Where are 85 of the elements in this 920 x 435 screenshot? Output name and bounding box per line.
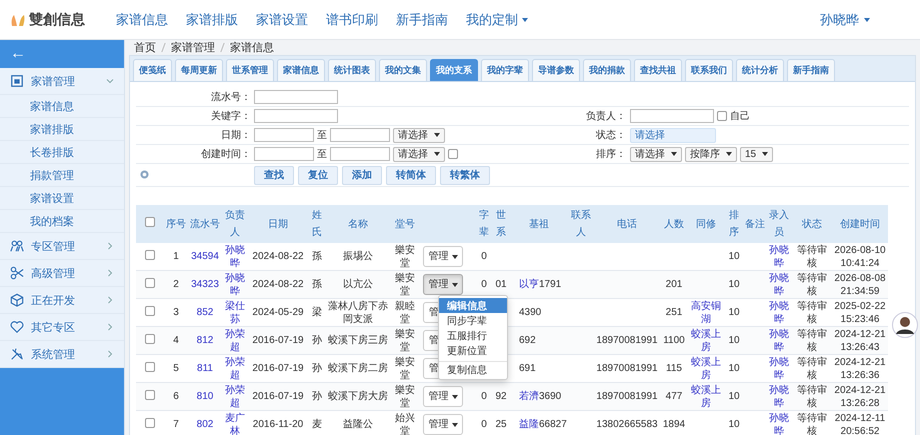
table-cell: 2024-12-11 20:56:52 [832, 410, 888, 435]
range-label: 至 [317, 129, 327, 142]
table-cell: 1100 [660, 326, 688, 354]
table-cell: 4 [164, 326, 188, 354]
table-cell: 蛟溪下房大房 [326, 382, 390, 410]
table-cell: 10 [724, 270, 744, 298]
column-header: 流水号 [188, 205, 222, 243]
field-label: 负责人： [585, 110, 627, 123]
field-label: 创建时间： [200, 148, 252, 161]
table-cell: 18970081991 [594, 382, 660, 410]
column-header: 字辈 [476, 205, 492, 243]
table-cell: 若濟3690 [519, 391, 562, 402]
table-cell: 2024-12-21 13:26:28 [832, 382, 888, 410]
field-label: 状态： [595, 128, 627, 142]
table-cell: 2016-07-19 [248, 382, 308, 410]
table-cell: 2024-12-21 13:26:43 [832, 326, 888, 354]
table-cell: 等待审核 [792, 326, 832, 354]
column-header: 状态 [792, 205, 832, 243]
column-header: 联系人 [568, 205, 594, 243]
column-header: 世系 [492, 205, 510, 243]
field-label: 关键字： [210, 110, 252, 123]
table-cell: 樂安堂 [390, 382, 420, 410]
table-cell: 始兴堂 [390, 410, 420, 435]
table-cell: 0 [476, 410, 492, 435]
checkbox-label: 自己 [730, 110, 750, 123]
table-cell: 25 [492, 410, 510, 435]
table-cell: 7 [164, 410, 188, 435]
table-cell: 以亨1791 [519, 279, 562, 290]
table-cell: 92 [492, 382, 510, 410]
table-cell: 益隆公 [326, 410, 390, 435]
table-cell: 益隆66827 [519, 419, 567, 430]
column-header: 人数 [660, 205, 688, 243]
column-header: 堂号 [390, 205, 420, 243]
table-cell: 孫 [308, 270, 326, 298]
column-header: 姓氏 [308, 205, 326, 243]
table-cell: 10 [724, 326, 744, 354]
range-label: 至 [317, 148, 327, 161]
table-cell: 2016-11-20 [248, 410, 308, 435]
table-cell: 以亢公 [326, 270, 390, 298]
column-header: 序号 [164, 205, 188, 243]
table-cell: 18970081991 [594, 326, 660, 354]
column-header: 基祖 [510, 205, 568, 243]
group-label: 高级管理 [31, 266, 76, 280]
table-cell: 201 [660, 270, 688, 298]
table-cell: 10 [724, 410, 744, 435]
table-cell: 692 [519, 335, 536, 346]
table-cell: 樂安堂 [390, 270, 420, 298]
field-label: 排序： [595, 148, 627, 161]
table-cell: 等待审核 [792, 270, 832, 298]
column-header: 排序 [724, 205, 744, 243]
table-cell: 6 [164, 382, 188, 410]
group-label: 专区管理 [31, 240, 76, 254]
column-header: 录入员 [766, 205, 792, 243]
table-cell: 2 [164, 270, 188, 298]
table-cell: 等待审核 [792, 410, 832, 435]
table-cell: 1894 [660, 410, 688, 435]
table-cell: 樂安堂 [390, 326, 420, 354]
group-label: 系统管理 [31, 348, 76, 362]
table-cell: 2026-08-08 21:34:59 [832, 270, 888, 298]
table-cell: 0 [476, 382, 492, 410]
table-cell: 孙 [308, 382, 326, 410]
column-header: 名称 [326, 205, 390, 243]
table-cell: 等待审核 [792, 382, 832, 410]
field-label: 日期： [220, 128, 252, 142]
field-label: 流水号： [210, 90, 252, 104]
table-cell: 477 [660, 382, 688, 410]
column-header: 创建时间 [832, 205, 888, 243]
table-cell: 691 [519, 363, 536, 374]
table-cell: 蛟溪下房三房 [326, 326, 390, 354]
column-header: 日期 [248, 205, 308, 243]
column-header: 备注 [744, 205, 766, 243]
table-cell: 4390 [519, 307, 542, 318]
table-cell: 10 [724, 382, 744, 410]
group-label: 其它专区 [31, 320, 76, 334]
group-label: 正在开发 [31, 294, 76, 308]
table-cell: 2016-07-19 [248, 326, 308, 354]
column-header: 电话 [594, 205, 660, 243]
column-header: 负责人 [222, 205, 248, 243]
table-cell: 孙 [308, 326, 326, 354]
group-label: 家谱管理 [31, 74, 76, 88]
logo-text: 雙創信息 [29, 10, 85, 28]
table-cell: 2024-08-22 [248, 270, 308, 298]
column-header: 同修 [688, 205, 724, 243]
table-cell: 麦 [308, 410, 326, 435]
table-cell: 13802665583 [594, 410, 660, 435]
